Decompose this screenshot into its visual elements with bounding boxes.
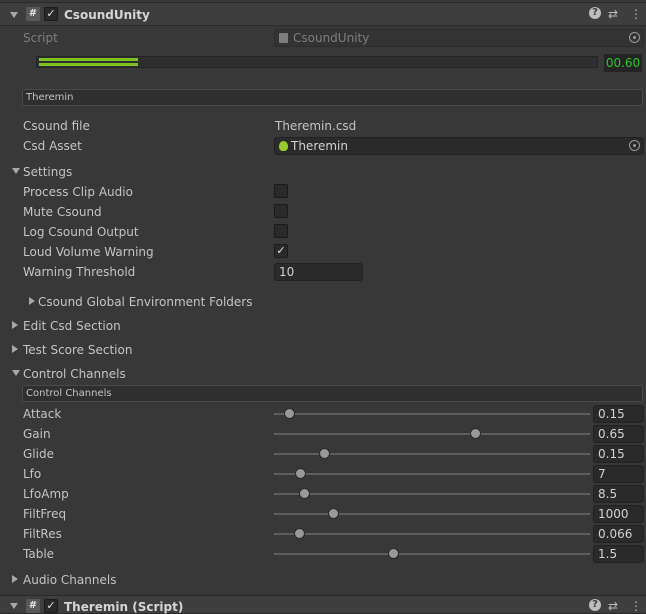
meter-fill-bottom bbox=[39, 63, 138, 66]
mute-csound-label: Mute Csound bbox=[23, 205, 102, 219]
process-clip-audio-checkbox[interactable] bbox=[274, 184, 288, 198]
meter-value: 00.60 bbox=[604, 54, 642, 72]
script-hash-icon: # bbox=[26, 599, 40, 613]
component-enabled-checkbox[interactable]: ✓ bbox=[44, 599, 58, 613]
theremin-component-header[interactable]: # ✓ Theremin (Script) ? ⇄ ⋮ bbox=[0, 595, 646, 614]
channel-slider-thumb[interactable] bbox=[293, 528, 305, 539]
channel-label-attack: Attack bbox=[23, 407, 62, 421]
audio-channels-foldout-label[interactable]: Audio Channels bbox=[23, 573, 116, 587]
env-folders-foldout-icon[interactable] bbox=[29, 297, 35, 305]
channel-slider-track[interactable] bbox=[274, 513, 590, 515]
test-score-foldout-icon[interactable] bbox=[12, 345, 18, 353]
csd-title-banner: Theremin bbox=[22, 89, 643, 106]
channel-label-table: Table bbox=[23, 547, 55, 561]
control-channels-foldout-label[interactable]: Control Channels bbox=[23, 367, 126, 381]
test-score-foldout-label[interactable]: Test Score Section bbox=[23, 343, 132, 357]
warning-threshold-label: Warning Threshold bbox=[23, 265, 136, 279]
meter-fill-top bbox=[39, 58, 138, 61]
channel-slider-track[interactable] bbox=[274, 493, 590, 495]
component-enabled-checkbox[interactable]: ✓ bbox=[44, 7, 58, 21]
settings-foldout-label[interactable]: Settings bbox=[23, 165, 72, 179]
channel-slider-thumb[interactable] bbox=[328, 508, 340, 519]
channel-slider-thumb[interactable] bbox=[318, 448, 330, 459]
csound-file-value: Theremin.csd bbox=[275, 119, 357, 133]
channel-value-input[interactable]: 8.5 bbox=[593, 485, 644, 503]
edit-csd-foldout-icon[interactable] bbox=[12, 321, 18, 329]
channel-label-gain: Gain bbox=[23, 427, 51, 441]
help-icon[interactable]: ? bbox=[589, 599, 601, 611]
csound-file-label: Csound file bbox=[23, 119, 90, 133]
settings-foldout-icon[interactable] bbox=[12, 168, 20, 174]
channel-label-filtfreq: FiltFreq bbox=[23, 507, 67, 521]
channel-value-input[interactable]: 1.5 bbox=[593, 545, 644, 563]
object-picker-icon[interactable] bbox=[629, 32, 640, 43]
channel-label-lfo: Lfo bbox=[23, 467, 42, 481]
channel-slider-thumb[interactable] bbox=[470, 428, 482, 439]
channel-value-input[interactable]: 0.15 bbox=[593, 445, 644, 463]
csound-asset-icon bbox=[279, 141, 288, 151]
menu-icon[interactable]: ⋮ bbox=[630, 599, 642, 613]
channel-slider-track[interactable] bbox=[274, 413, 590, 415]
audio-meter bbox=[36, 56, 598, 68]
script-field[interactable]: CsoundUnity bbox=[274, 29, 644, 47]
control-channels-banner: Control Channels bbox=[22, 385, 643, 402]
help-icon[interactable]: ? bbox=[589, 7, 601, 19]
channel-slider-thumb[interactable] bbox=[283, 408, 295, 419]
loud-volume-warning-checkbox[interactable]: ✓ bbox=[274, 244, 288, 258]
script-label: Script bbox=[23, 31, 58, 45]
channel-label-filtres: FiltRes bbox=[23, 527, 62, 541]
channel-value-input[interactable]: 0.15 bbox=[593, 405, 644, 423]
script-file-icon bbox=[279, 33, 288, 43]
channel-slider-track[interactable] bbox=[274, 433, 590, 435]
csd-asset-field[interactable]: Theremin bbox=[274, 137, 644, 155]
foldout-expanded-icon[interactable] bbox=[10, 12, 18, 18]
channel-label-lfoamp: LfoAmp bbox=[23, 487, 69, 501]
csd-asset-value: Theremin bbox=[291, 139, 348, 153]
channel-slider-track[interactable] bbox=[274, 533, 590, 535]
channel-value-input[interactable]: 0.066 bbox=[593, 525, 644, 543]
menu-icon[interactable]: ⋮ bbox=[630, 7, 642, 21]
channel-slider-thumb[interactable] bbox=[298, 488, 310, 499]
control-channels-foldout-icon[interactable] bbox=[12, 370, 20, 376]
env-folders-foldout-label[interactable]: Csound Global Environment Folders bbox=[38, 295, 252, 309]
log-csound-output-label: Log Csound Output bbox=[23, 225, 139, 239]
channel-value-input[interactable]: 1000 bbox=[593, 505, 644, 523]
csoundunity-component-header[interactable]: # ✓ CsoundUnity ? ⇄ ⋮ bbox=[0, 2, 646, 26]
channel-slider-track[interactable] bbox=[274, 473, 590, 475]
component-title: CsoundUnity bbox=[64, 8, 150, 22]
mute-csound-checkbox[interactable] bbox=[274, 204, 288, 218]
channel-slider-thumb[interactable] bbox=[294, 468, 306, 479]
channel-label-glide: Glide bbox=[23, 447, 54, 461]
script-hash-icon: # bbox=[26, 7, 40, 21]
process-clip-audio-label: Process Clip Audio bbox=[23, 185, 133, 199]
audio-channels-foldout-icon[interactable] bbox=[12, 575, 18, 583]
script-field-value: CsoundUnity bbox=[293, 31, 370, 45]
foldout-expanded-icon[interactable] bbox=[10, 603, 18, 609]
component-title: Theremin (Script) bbox=[64, 600, 184, 614]
log-csound-output-checkbox[interactable] bbox=[274, 224, 288, 238]
csd-asset-label: Csd Asset bbox=[23, 139, 82, 153]
preset-icon[interactable]: ⇄ bbox=[608, 7, 618, 21]
loud-volume-warning-label: Loud Volume Warning bbox=[23, 245, 154, 259]
channel-value-input[interactable]: 0.65 bbox=[593, 425, 644, 443]
object-picker-icon[interactable] bbox=[629, 140, 640, 151]
warning-threshold-input[interactable]: 10 bbox=[274, 263, 363, 281]
channel-slider-track[interactable] bbox=[274, 553, 590, 555]
channel-value-input[interactable]: 7 bbox=[593, 465, 644, 483]
preset-icon[interactable]: ⇄ bbox=[608, 599, 618, 613]
edit-csd-foldout-label[interactable]: Edit Csd Section bbox=[23, 319, 121, 333]
channel-slider-thumb[interactable] bbox=[388, 548, 400, 559]
